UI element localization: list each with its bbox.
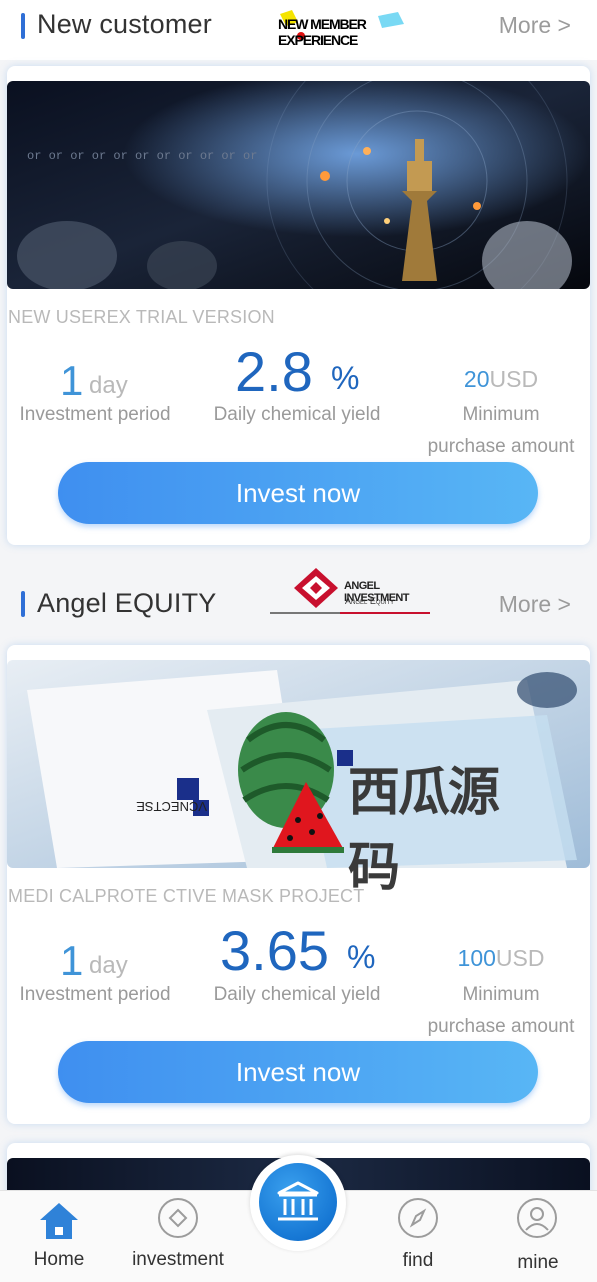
section-accent-bar [21,13,25,39]
tab-label: Home [33,1249,85,1270]
new-member-logo: NEW MEMBER EXPERIENCE [278,10,430,48]
period-label: Investment period [19,404,171,425]
angel-investment-logo: ANGEL INVESTMENT Angel Equity [270,566,434,616]
center-bank-button[interactable] [259,1163,337,1241]
minimum-amount: 20USD [411,366,591,393]
watermark-text: 西瓜源码 [348,763,500,898]
minimum-label-line1: Minimum [462,404,540,425]
tab-label: mine [517,1252,559,1273]
minimum-amount: 100USD [411,945,591,972]
bank-icon [277,1181,319,1221]
user-icon [517,1198,557,1238]
minimum-unit: USD [495,945,545,971]
product-card-trial: or or or or or or or or or or or NEW USE… [7,66,590,545]
more-link-angel-equity[interactable]: More > [499,591,571,618]
minimum-value: 20 [463,366,490,392]
diamond-icon [158,1198,198,1238]
tab-label: find [402,1250,434,1271]
period-label: Investment period [19,984,171,1005]
tab-label: investment [132,1249,224,1270]
section-accent-bar [21,591,25,617]
home-icon [40,1203,78,1239]
minimum-unit: USD [489,366,539,392]
more-link-new-customer[interactable]: More > [499,12,571,39]
minimum-label-line1: Minimum [462,984,540,1005]
product-name: NEW USEREX TRIAL VERSION [8,307,275,327]
svg-text:VCNECTSE: VCNECTSE [136,799,207,814]
compass-icon [398,1198,438,1238]
svg-text:or or or or or or or or or or: or or or or or or or or or or or [27,149,257,163]
section-title: New customer [37,9,212,39]
minimum-label-line2: purchase amount [427,436,575,457]
product-name: MEDI CALPROTE CTIVE MASK PROJECT [8,886,365,906]
yield-label: Daily chemical yield [213,404,381,425]
minimum-label-line2: purchase amount [427,1016,575,1037]
invest-now-button[interactable]: Invest now [58,1041,538,1103]
yield-unit: % [331,360,360,396]
tab-home[interactable]: Home [14,1191,104,1282]
banner-image-chess: or or or or or or or or or or or [7,81,590,289]
section-title: Angel EQUITY [37,588,217,618]
tab-investment[interactable]: investment [118,1191,238,1282]
invest-now-button[interactable]: Invest now [58,462,538,524]
new-member-logo-text: NEW MEMBER EXPERIENCE [278,16,367,48]
tab-mine[interactable]: mine [488,1191,588,1282]
yield-unit: % [347,939,376,975]
angel-logo-subtitle: Angel Equity [345,596,395,606]
yield-value: 3.65 [220,919,329,982]
yield-value: 2.8 [235,340,313,403]
period-value: 1 [60,937,84,984]
watermark-logo: 西瓜源码 [228,710,528,898]
yield-label: Daily chemical yield [213,984,381,1005]
period-unit: day [89,952,128,979]
period-unit: day [89,372,128,399]
section-header-new-customer: New customer NEW MEMBER EXPERIENCE More … [0,0,597,60]
tab-find[interactable]: find [368,1191,468,1282]
period-value: 1 [60,357,84,404]
minimum-value: 100 [457,945,496,971]
